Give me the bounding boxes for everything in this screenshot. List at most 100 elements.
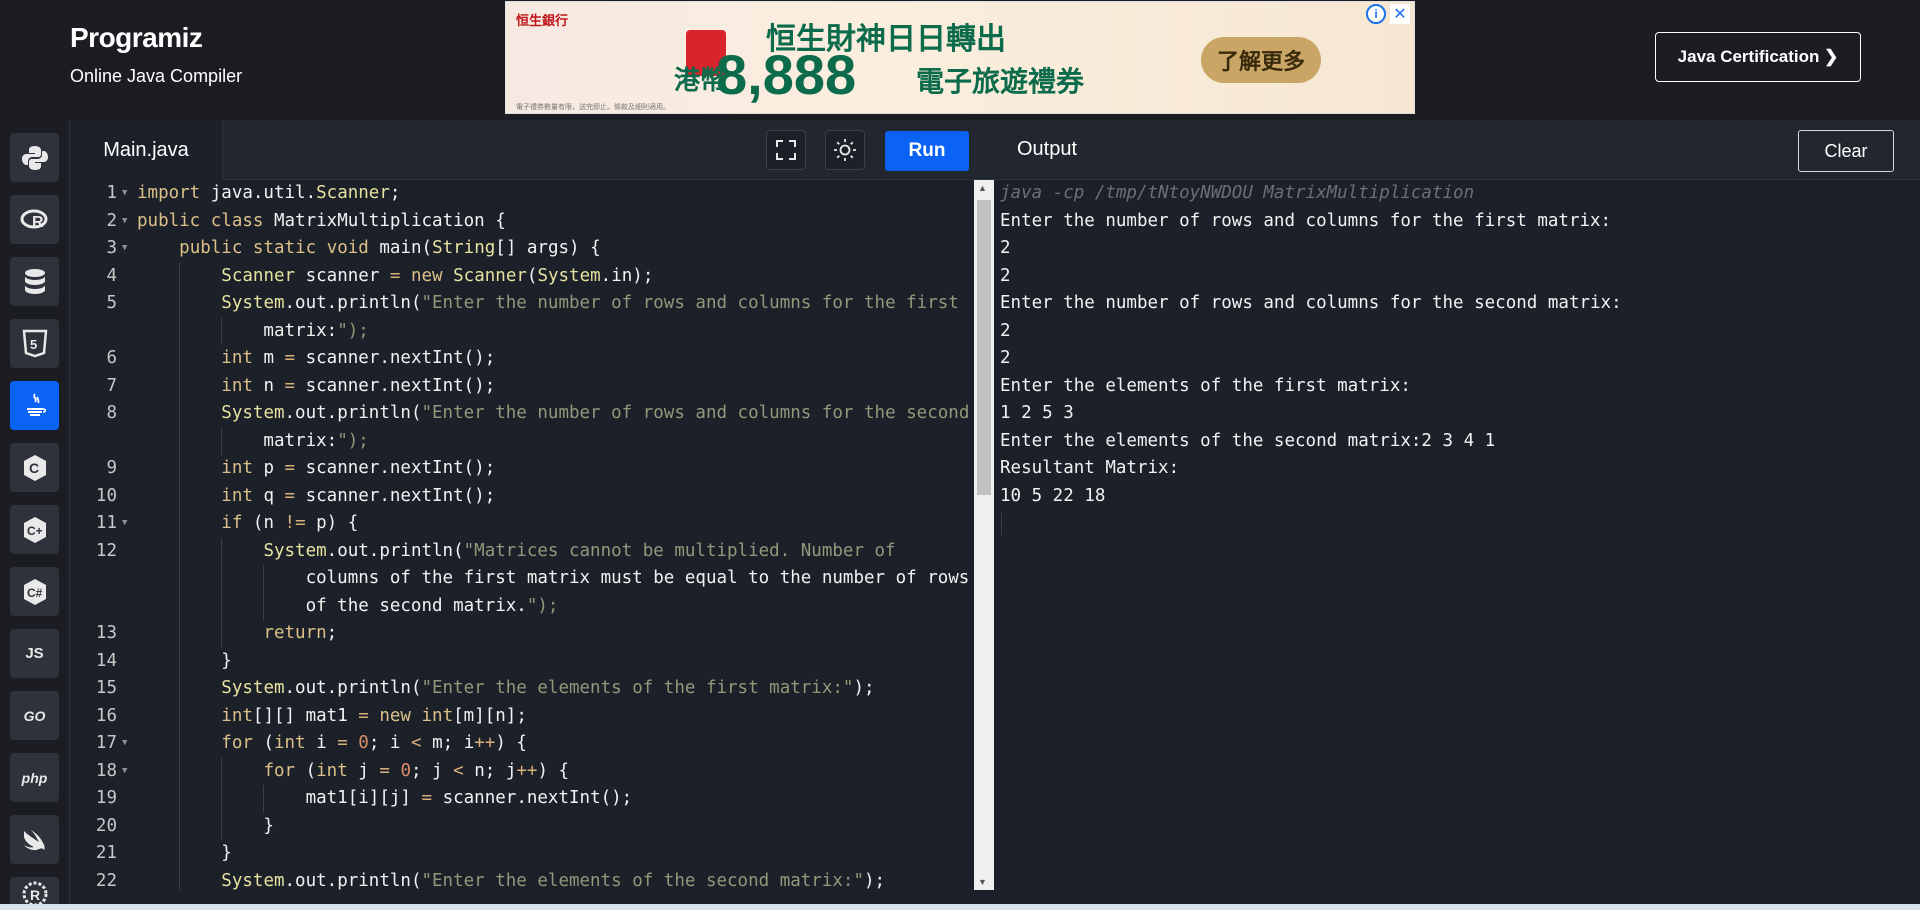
python-icon[interactable]: [10, 133, 59, 182]
cpp-icon[interactable]: C+: [10, 505, 59, 554]
run-button[interactable]: Run: [885, 131, 969, 171]
output-line: Resultant Matrix:: [1000, 458, 1180, 478]
fold-arrow-icon[interactable]: ▼: [122, 180, 127, 208]
line-number: 21: [95, 843, 117, 863]
scrollbar-thumb[interactable]: [977, 200, 991, 495]
code-line: 9 int p = scanner.nextInt();: [70, 455, 974, 483]
output-line: 10 5 22 18: [1000, 485, 1106, 506]
javascript-icon[interactable]: JS: [10, 629, 59, 678]
code-text: System.out.println("Matrices cannot be m…: [263, 540, 896, 561]
svg-text:R: R: [32, 214, 44, 231]
line-number: 14: [95, 650, 117, 671]
fold-arrow-icon[interactable]: ▼: [122, 510, 127, 538]
ad-amount-suffix: 電子旅遊禮券: [916, 66, 1085, 97]
ad-bank-name: 恒生銀行: [516, 13, 569, 28]
line-number: 4: [106, 265, 117, 286]
c-icon[interactable]: C: [10, 443, 59, 492]
indent-guide: [263, 785, 264, 813]
svg-text:5: 5: [30, 337, 37, 352]
line-number: 19: [95, 788, 117, 808]
line-number: 9: [106, 458, 117, 478]
fullscreen-icon[interactable]: [766, 130, 806, 170]
r-icon[interactable]: R: [10, 195, 59, 244]
svg-text:C+: C+: [27, 524, 43, 538]
theme-toggle-sun-icon[interactable]: [825, 130, 865, 170]
code-line: 6 int m = scanner.nextInt();: [70, 345, 974, 373]
line-number: 20: [95, 815, 117, 836]
code-text: matrix:");: [137, 430, 369, 451]
indent-guide: [179, 757, 180, 785]
code-text: Scanner scanner = new Scanner(System.in)…: [221, 265, 654, 286]
ad-close-icon[interactable]: ✕: [1390, 4, 1410, 24]
indent-guide: [221, 427, 222, 455]
ad-amount: 8,888: [716, 43, 857, 106]
fold-arrow-icon[interactable]: ▼: [122, 758, 127, 786]
code-text: import java.util.Scanner;: [137, 183, 401, 203]
indent-guide: [179, 510, 180, 538]
programiz-logo[interactable]: Programiz: [70, 22, 203, 54]
fold-arrow-icon[interactable]: ▼: [122, 208, 127, 236]
output-console[interactable]: java -cp /tmp/tNtoyNWDOU MatrixMultiplic…: [995, 180, 1920, 890]
code-line: 17 ▼ for (int i = 0; i < m; i++) {: [70, 730, 974, 758]
indent-guide: [179, 785, 180, 813]
indent-guide: [179, 620, 180, 648]
code-text: }: [137, 843, 232, 863]
ad-banner[interactable]: 恒生銀行 恒生財神日日轉出 港幣 8,888 電子旅遊禮券 了解更多 電子禮券數…: [505, 1, 1415, 114]
output-line: 1 2 5 3: [1000, 403, 1074, 423]
code-line: 14 }: [70, 647, 974, 675]
indent-guide: [221, 812, 222, 840]
line-number: 15: [95, 678, 117, 698]
indent-guide: [179, 592, 180, 620]
indent-guide: [221, 757, 222, 785]
editor-scrollbar[interactable]: ▲ ▼: [974, 180, 994, 890]
scroll-down-arrow-icon[interactable]: ▼: [978, 877, 987, 887]
ad-info-icon[interactable]: i: [1366, 4, 1386, 24]
output-toolbar: Output Clear: [995, 120, 1920, 180]
line-number: 7: [106, 375, 117, 396]
output-command-line: java -cp /tmp/tNtoyNWDOU MatrixMultiplic…: [1000, 183, 1475, 203]
output-title: Output: [1017, 138, 1078, 160]
csharp-icon[interactable]: C#: [10, 567, 59, 616]
code-line: 4 Scanner scanner = new Scanner(System.i…: [70, 262, 974, 290]
ad-cta-button[interactable]: 了解更多: [1201, 37, 1321, 83]
code-line: 2 ▼ public class MatrixMultiplication {: [70, 208, 974, 236]
sql-database-icon[interactable]: [10, 257, 59, 306]
swift-icon[interactable]: [10, 815, 59, 864]
editor-toolbar: Main.java Run: [70, 120, 995, 180]
indent-guide: [179, 812, 180, 840]
java-icon[interactable]: [10, 381, 59, 430]
tab-main-java[interactable]: Main.java: [70, 120, 223, 180]
output-line: Enter the number of rows and columns for…: [1000, 210, 1612, 231]
code-line: 7 int n = scanner.nextInt();: [70, 372, 974, 400]
indent-guide: [179, 290, 180, 318]
java-certification-button[interactable]: Java Certification ❯: [1655, 32, 1861, 82]
code-line: matrix:");: [70, 427, 974, 455]
indent-guide: [179, 317, 180, 345]
clear-button[interactable]: Clear: [1798, 130, 1894, 172]
output-line: 2: [1000, 348, 1011, 368]
code-line: 5 System.out.println("Enter the number o…: [70, 290, 974, 318]
scroll-up-arrow-icon[interactable]: ▲: [978, 183, 987, 193]
code-text: int n = scanner.nextInt();: [221, 375, 496, 396]
code-line: 22 System.out.println("Enter the element…: [70, 867, 974, 891]
code-text: System.out.println("Enter the elements o…: [221, 870, 886, 891]
go-icon[interactable]: GO: [10, 691, 59, 740]
html5-icon[interactable]: 5: [10, 319, 59, 368]
indent-guide: [221, 620, 222, 648]
indent-guide: [179, 482, 180, 510]
code-text: if (n != p) {: [221, 513, 359, 533]
fold-arrow-icon[interactable]: ▼: [122, 235, 127, 263]
code-text: public static void main(String[] args) {: [179, 238, 601, 258]
line-number: 22: [95, 870, 117, 891]
svg-text:C: C: [29, 460, 39, 476]
top-header: Programiz Online Java Compiler 恒生銀行 恒生財神…: [0, 0, 1920, 120]
bottom-bar: [0, 904, 1920, 910]
indent-guide: [179, 730, 180, 758]
line-number: 12: [95, 540, 117, 561]
php-icon[interactable]: php: [10, 753, 59, 802]
output-input-cursor[interactable]: [1001, 513, 1002, 535]
code-line: 16 int[][] mat1 = new int[m][n];: [70, 702, 974, 730]
fold-arrow-icon[interactable]: ▼: [122, 730, 127, 758]
indent-guide: [263, 592, 264, 620]
code-editor[interactable]: 1 ▼ import java.util.Scanner; 2 ▼ public…: [70, 180, 974, 890]
